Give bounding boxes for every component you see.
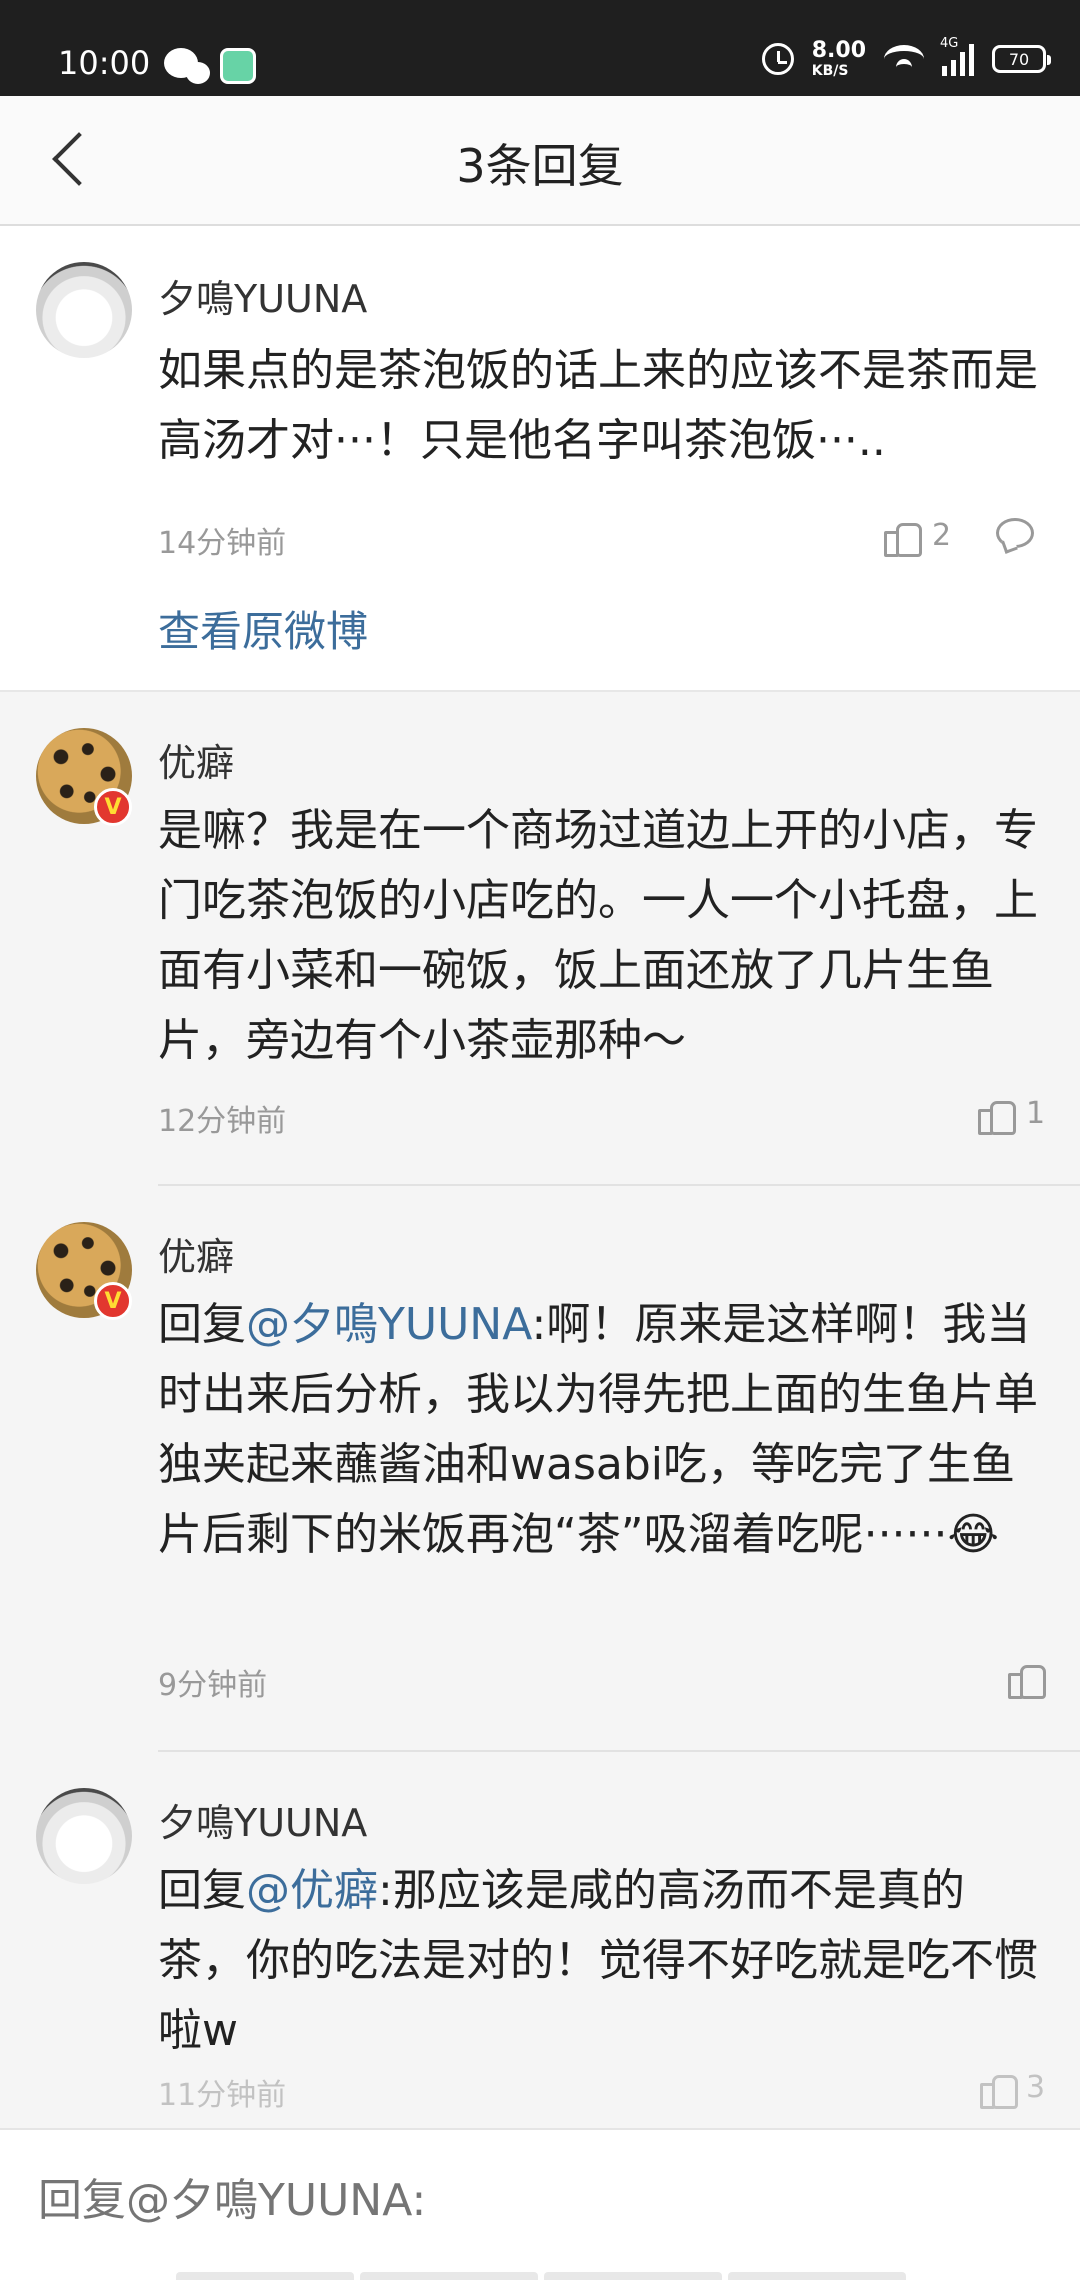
reply-prefix: 回复: [158, 1299, 246, 1350]
like-count: 1: [1026, 1096, 1046, 1131]
thumbs-up-icon[interactable]: [884, 518, 922, 557]
username[interactable]: 优癖: [158, 1226, 234, 1281]
like-count: 2: [932, 518, 952, 553]
avatar[interactable]: [36, 1788, 132, 1884]
app-notification-icon: [220, 48, 256, 84]
reply-text: 回复@夕鳴YUUNA:啊！原来是这样啊！我当时出来后分析，我以为得先把上面的生鱼…: [158, 1290, 1038, 1570]
reply-item[interactable]: 夕鳴YUUNA 回复@优癖:那应该是咸的高汤而不是真的茶，你的吃法是对的！觉得不…: [0, 1752, 1080, 2128]
wifi-icon: [884, 45, 924, 73]
status-right: 8.00 KB/S 4G 70: [761, 36, 1051, 79]
reply-time: 12分钟前: [158, 1104, 287, 1139]
reply-text: 是嘛？我是在一个商场过道边上开的小店，专门吃茶泡饭的小店吃的。一人一个小托盘，上…: [158, 805, 1038, 1066]
reply-thread: 夕鳴YUUNA 如果点的是茶泡饭的话上来的应该不是茶而是高汤才对···！只是他名…: [0, 226, 1080, 2128]
comment-text: 如果点的是茶泡饭的话上来的应该不是茶而是高汤才对···！只是他名字叫茶泡饭···…: [158, 345, 1038, 466]
reply-composer: [0, 2128, 1080, 2280]
reply-text: 回复@优癖:那应该是咸的高汤而不是真的茶，你的吃法是对的！觉得不好吃就是吃不惯啦…: [158, 1856, 1038, 2066]
wechat-icon: [164, 48, 210, 84]
battery-icon: 70: [992, 45, 1051, 73]
network-type: 4G: [940, 36, 959, 51]
network-speed: 8.00 KB/S: [811, 38, 866, 79]
verified-badge-icon: V: [94, 788, 132, 826]
comment-time: 14分钟前: [158, 526, 287, 561]
thumbs-up-icon[interactable]: [978, 1096, 1016, 1135]
thumbs-up-icon[interactable]: [1008, 1660, 1046, 1699]
reply-item[interactable]: V 优癖 是嘛？我是在一个商场过道边上开的小店，专门吃茶泡饭的小店吃的。一人一个…: [0, 692, 1080, 1186]
top-navigation: 3条回复: [0, 96, 1080, 226]
notification-icons: [164, 48, 256, 84]
username[interactable]: 夕鳴YUUNA: [158, 1792, 367, 1847]
reply-prefix: 回复: [158, 1865, 246, 1916]
status-bar: 10:00 8.00 KB/S 4G 70: [0, 0, 1080, 96]
comment-bubble-icon[interactable]: [996, 518, 1034, 548]
network-speed-unit: KB/S: [811, 63, 849, 79]
alarm-icon: [761, 43, 794, 75]
verified-badge-icon: V: [94, 1282, 132, 1320]
avatar[interactable]: [36, 262, 132, 358]
username[interactable]: 优癖: [158, 732, 234, 787]
view-original-weibo-link[interactable]: 查看原微博: [158, 598, 368, 659]
signal-icon: 4G: [940, 36, 974, 76]
original-comment[interactable]: 夕鳴YUUNA 如果点的是茶泡饭的话上来的应该不是茶而是高汤才对···！只是他名…: [0, 226, 1080, 692]
username[interactable]: 夕鳴YUUNA: [158, 268, 367, 323]
keyboard-preview-strip: [176, 2272, 906, 2280]
reply-item[interactable]: V 优癖 回复@夕鳴YUUNA:啊！原来是这样啊！我当时出来后分析，我以为得先把…: [0, 1186, 1080, 1752]
mention-link[interactable]: @优癖: [246, 1865, 378, 1916]
network-speed-value: 8.00: [811, 38, 866, 63]
page-title: 3条回复: [456, 139, 624, 193]
mention-link[interactable]: @夕鳴YUUNA: [246, 1299, 532, 1350]
reply-input[interactable]: [38, 2170, 1018, 2230]
reply-time: 9分钟前: [158, 1668, 268, 1703]
thumbs-up-icon[interactable]: [980, 2070, 1018, 2109]
reply-time: 11分钟前: [158, 2078, 287, 2113]
status-time: 10:00: [58, 44, 151, 82]
like-count: 3: [1026, 2070, 1046, 2105]
